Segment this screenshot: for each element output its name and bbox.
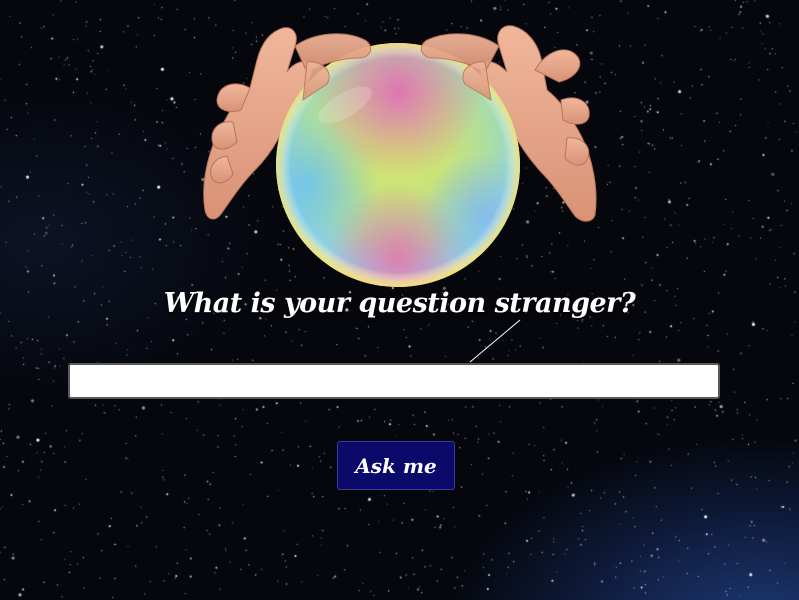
crystal-ball-illustration xyxy=(195,10,605,295)
page-title: What is your question stranger? xyxy=(163,288,636,319)
ask-me-button[interactable]: Ask me xyxy=(337,441,455,490)
question-input[interactable] xyxy=(68,363,720,399)
crystal-ball-with-hands-icon xyxy=(203,25,597,287)
